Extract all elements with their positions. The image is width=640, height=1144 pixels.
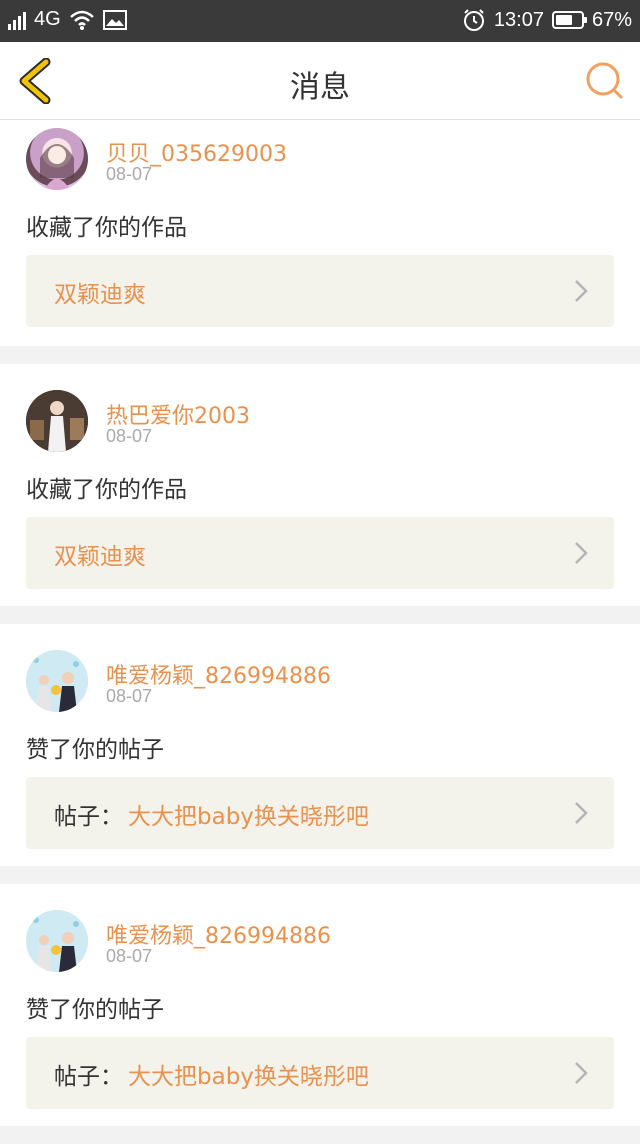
timestamp: 08-07 (106, 686, 153, 706)
nav-bar: 消息 (0, 42, 640, 120)
message-card: 贝贝_035629003 08-07 收藏了你的作品 双颖迪爽 (0, 120, 640, 346)
status-bar: 4G 13:07 67% (0, 0, 640, 42)
link-title: 双颖迪爽 (54, 544, 146, 570)
timestamp: 08-07 (106, 164, 153, 184)
alarm-icon (463, 9, 484, 31)
link-label: 帖子： (54, 804, 123, 830)
link-label: 帖子： (54, 1064, 123, 1090)
chevron-right-icon (575, 280, 588, 302)
post-link[interactable]: 帖子： 大大把baby换关晓彤吧 (26, 1037, 614, 1109)
chevron-right-icon (575, 1062, 588, 1084)
avatar[interactable] (26, 910, 88, 972)
battery-percent: 67% (591, 8, 632, 31)
search-icon[interactable] (584, 60, 624, 100)
link-title: 大大把baby换关晓彤吧 (128, 1064, 369, 1090)
message-card: 热巴爱你2003 08-07 收藏了你的作品 双颖迪爽 (0, 364, 640, 606)
link-title: 大大把baby换关晓彤吧 (128, 804, 369, 830)
timestamp: 08-07 (106, 426, 153, 446)
signal-icon (8, 10, 26, 30)
chevron-right-icon (575, 542, 588, 564)
page-title: 消息 (290, 70, 350, 105)
wifi-icon (69, 10, 94, 30)
image-icon (102, 9, 127, 30)
work-link[interactable]: 双颖迪爽 (26, 517, 614, 589)
post-link[interactable]: 帖子： 大大把baby换关晓彤吧 (26, 777, 614, 849)
clock: 13:07 (493, 8, 544, 31)
avatar[interactable] (26, 390, 88, 452)
battery-icon (551, 11, 587, 29)
action-text: 赞了你的帖子 (26, 737, 164, 763)
avatar[interactable] (26, 128, 88, 190)
link-title: 双颖迪爽 (54, 282, 146, 308)
action-text: 赞了你的帖子 (26, 997, 164, 1023)
chevron-right-icon (575, 802, 588, 824)
message-card: 唯爱杨颖_826994886 08-07 赞了你的帖子 帖子： 大大把baby换… (0, 884, 640, 1126)
network-label: 4G (34, 8, 61, 30)
avatar[interactable] (26, 650, 88, 712)
message-list: 贝贝_035629003 08-07 收藏了你的作品 双颖迪爽 热巴爱你2003… (0, 120, 640, 1144)
work-link[interactable]: 双颖迪爽 (26, 255, 614, 327)
action-text: 收藏了你的作品 (26, 477, 187, 503)
timestamp: 08-07 (106, 946, 153, 966)
message-card: 唯爱杨颖_826994886 08-07 赞了你的帖子 帖子： 大大把baby换… (0, 624, 640, 866)
action-text: 收藏了你的作品 (26, 215, 187, 241)
